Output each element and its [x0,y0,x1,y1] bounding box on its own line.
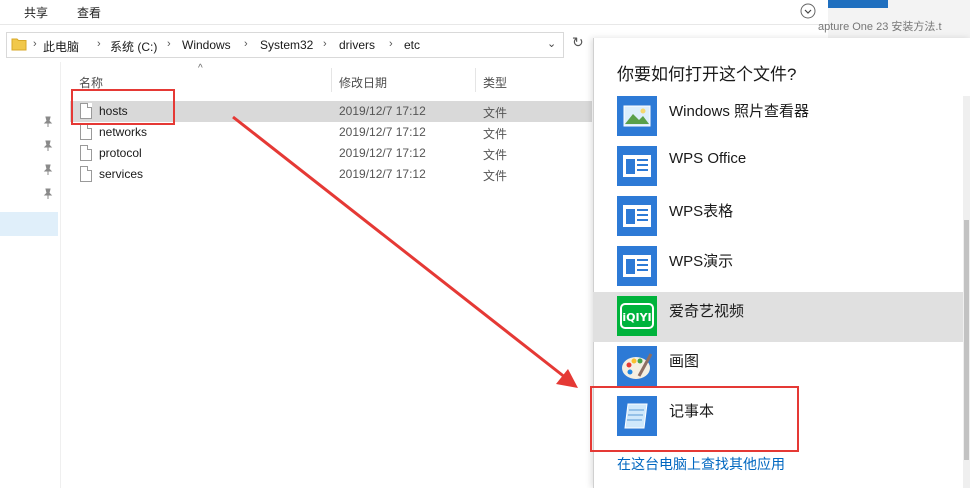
dialog-scrollbar-thumb[interactable] [964,220,969,460]
pin-icon[interactable] [42,116,54,128]
app-option-wps-slides[interactable]: WPS演示 [593,242,963,292]
file-type: 文件 [483,106,508,120]
column-header-type[interactable]: 类型 [483,74,507,91]
chevron-right-icon: › [97,38,101,50]
sort-up-icon: ^ [198,63,203,74]
file-date: 2019/12/7 17:12 [339,104,426,118]
file-icon [80,124,92,140]
breadcrumb-this-pc[interactable]: 此电脑 [43,38,79,55]
file-date: 2019/12/7 17:12 [339,146,426,160]
breadcrumb-system32[interactable]: System32 [260,38,313,52]
wps-icon [617,196,657,236]
chevron-down-icon[interactable]: ⌄ [547,37,556,50]
file-type: 文件 [483,127,508,141]
svg-text:iQIYI: iQIYI [622,311,651,324]
tab-share[interactable]: 共享 [24,4,48,21]
app-option-iqiyi[interactable]: iQIYI 爱奇艺视频 [593,292,963,342]
nav-selected-item[interactable] [0,212,58,236]
iqiyi-icon: iQIYI [617,296,657,336]
file-type: 文件 [483,169,508,183]
wps-icon [617,246,657,286]
chevron-right-icon: › [323,38,327,50]
column-divider[interactable] [331,68,332,92]
pin-icon[interactable] [42,164,54,176]
address-bar[interactable]: › 此电脑 › 系统 (C:) › Windows › System32 › d… [6,32,564,58]
app-label: WPS表格 [669,203,734,220]
app-label: 画图 [669,353,700,370]
file-name: services [99,167,144,181]
column-header-date[interactable]: 修改日期 [339,74,387,91]
file-name: networks [99,125,148,139]
file-row-protocol[interactable]: protocol 2019/12/7 17:12 文件 [70,143,592,164]
app-option-wps-sheets[interactable]: WPS表格 [593,192,963,242]
paint-icon [617,346,657,386]
refresh-icon[interactable]: ↻ [572,34,590,54]
wps-icon [617,146,657,186]
hosts-highlight-box [71,89,175,125]
folder-icon [11,38,27,51]
navigation-pane [0,62,61,488]
file-row-services[interactable]: services 2019/12/7 17:12 文件 [70,164,592,185]
file-date: 2019/12/7 17:12 [339,125,426,139]
chevron-right-icon: › [33,38,37,50]
ribbon-tab-bar: 共享 查看 [0,0,830,25]
app-label: 爱奇艺视频 [669,303,745,320]
address-row: › 此电脑 › 系统 (C:) › Windows › System32 › d… [0,30,600,60]
breadcrumb-etc[interactable]: etc [404,38,420,52]
notepad-highlight-box [590,386,799,452]
app-option-paint[interactable]: 画图 [593,342,963,392]
file-icon [80,166,92,182]
chevron-down-icon[interactable] [800,3,816,19]
file-row-networks[interactable]: networks 2019/12/7 17:12 文件 [70,122,592,143]
pin-icon[interactable] [42,140,54,152]
app-label: Windows 照片查看器 [669,103,810,120]
app-option-wps-office[interactable]: WPS Office [593,142,963,192]
breadcrumb-system-c[interactable]: 系统 (C:) [110,38,157,55]
find-more-apps-link[interactable]: 在这台电脑上查找其他应用 [617,454,785,474]
chevron-right-icon: › [244,38,248,50]
photo-viewer-icon [617,96,657,136]
file-type: 文件 [483,148,508,162]
background-window-title: apture One 23 安装方法.t [818,21,942,33]
chevron-right-icon: › [389,38,393,50]
file-date: 2019/12/7 17:12 [339,167,426,181]
pin-icon[interactable] [42,188,54,200]
app-label: WPS Office [669,150,747,167]
tab-view[interactable]: 查看 [77,4,101,21]
file-name: protocol [99,146,142,160]
chevron-right-icon: › [167,38,171,50]
breadcrumb-drivers[interactable]: drivers [339,38,375,52]
file-icon [80,145,92,161]
breadcrumb-windows[interactable]: Windows [182,38,231,52]
dialog-title: 你要如何打开这个文件? [617,65,797,84]
column-divider[interactable] [475,68,476,92]
app-label: WPS演示 [669,253,734,270]
background-window-tabs [828,0,888,8]
app-option-photo-viewer[interactable]: Windows 照片查看器 [593,92,963,142]
